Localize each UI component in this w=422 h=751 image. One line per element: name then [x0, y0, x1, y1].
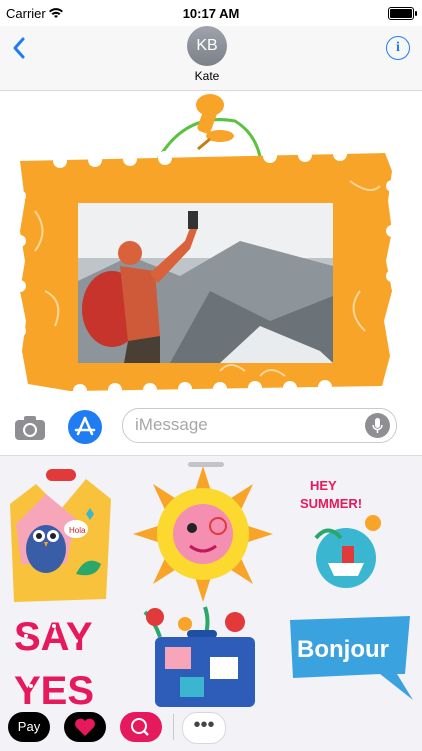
svg-text:Bonjour: Bonjour [297, 636, 389, 663]
app-strip-divider [173, 714, 174, 740]
heart-app-icon[interactable] [64, 712, 106, 742]
camera-icon[interactable] [14, 412, 46, 442]
info-icon[interactable]: i [386, 36, 410, 60]
sticker-drawer: Hola HEY SUMMER! SAY YES Bonjour [0, 455, 422, 751]
sticker-say-yes[interactable]: SAY YES [6, 606, 106, 716]
app-store-icon[interactable] [68, 410, 102, 444]
message-thread [0, 91, 422, 401]
compose-bar [0, 402, 422, 452]
svg-text:SUMMER!: SUMMER! [300, 496, 362, 511]
battery-icon [388, 7, 417, 20]
message-input-container[interactable] [122, 408, 397, 443]
svg-text:Hola: Hola [69, 526, 86, 535]
sticker-hello-birds[interactable]: Hola [6, 464, 114, 604]
sticker-sun[interactable] [128, 464, 278, 604]
photo-stamp-sticker[interactable] [20, 91, 392, 396]
app-strip: Pay ••• [0, 712, 422, 750]
sticker-suitcase-flowers[interactable] [135, 602, 275, 712]
sticker-hey-summer[interactable]: HEY SUMMER! [298, 468, 394, 598]
avatar[interactable]: KB [187, 26, 227, 66]
microphone-icon[interactable] [365, 413, 390, 438]
chevron-left-icon[interactable] [8, 34, 32, 62]
more-apps-icon[interactable]: ••• [182, 712, 226, 744]
clock: 10:17 AM [182, 6, 240, 21]
status-bar: Carrier 10:17 AM [0, 0, 422, 26]
globe-search-app-icon[interactable] [120, 712, 162, 742]
svg-text:HEY: HEY [310, 478, 337, 493]
svg-text:YES: YES [14, 669, 94, 713]
contact-name[interactable]: Kate [0, 69, 414, 83]
conversation-header: KB Kate i [0, 26, 422, 91]
message-input[interactable] [135, 415, 355, 435]
apple-pay-label: Pay [17, 719, 41, 734]
sticker-bonjour[interactable]: Bonjour [285, 612, 415, 702]
apple-pay-icon[interactable]: Pay [8, 712, 50, 742]
